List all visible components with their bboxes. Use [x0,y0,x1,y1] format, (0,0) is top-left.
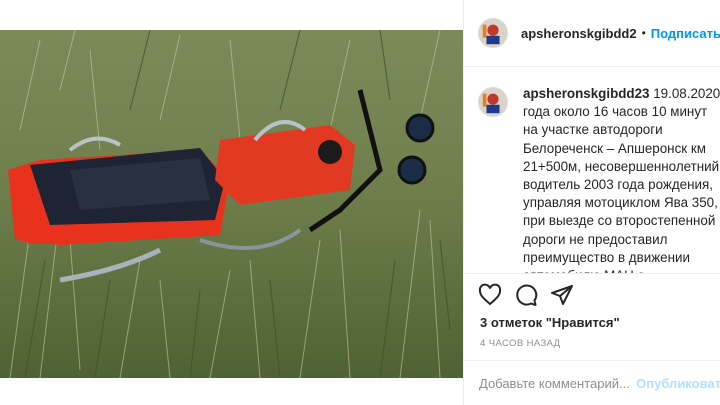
caption-username[interactable]: apsheronskgibdd23 [523,86,650,101]
heart-icon[interactable] [478,283,502,307]
avatar-image [479,88,507,116]
avatar-image [479,19,507,47]
likes-count[interactable]: 3 отметок "Нравится" [480,315,620,330]
post-side-panel: apsheronskgibdd2 • Подписаться apsherons… [463,0,720,405]
post-header: apsheronskgibdd2 • Подписаться [464,0,720,67]
comment-icon[interactable] [514,283,538,307]
post-photo[interactable] [0,0,463,405]
action-icons [478,283,574,307]
caption-avatar[interactable] [478,87,508,117]
post-author-username[interactable]: apsheronskgibdd2 [521,26,637,41]
share-icon[interactable] [550,283,574,307]
post-timestamp[interactable]: 4 ЧАСОВ НАЗАД [480,338,561,349]
separator-dot: • [641,26,646,40]
caption-section: apsheronskgibdd23 19.08.2020 года около … [464,68,720,273]
caption-body: 19.08.2020 года около 16 часов 10 минут … [523,86,720,273]
crashed-motorcycle-image [0,30,463,378]
caption-text: apsheronskgibdd23 19.08.2020 года около … [523,85,720,273]
comment-input[interactable]: Добавьте комментарий... [479,376,630,391]
comment-box: Добавьте комментарий... Опубликовать [464,360,720,405]
follow-button[interactable]: Подписаться [651,26,720,41]
avatar[interactable] [478,18,508,48]
publish-button[interactable]: Опубликовать [636,376,720,391]
